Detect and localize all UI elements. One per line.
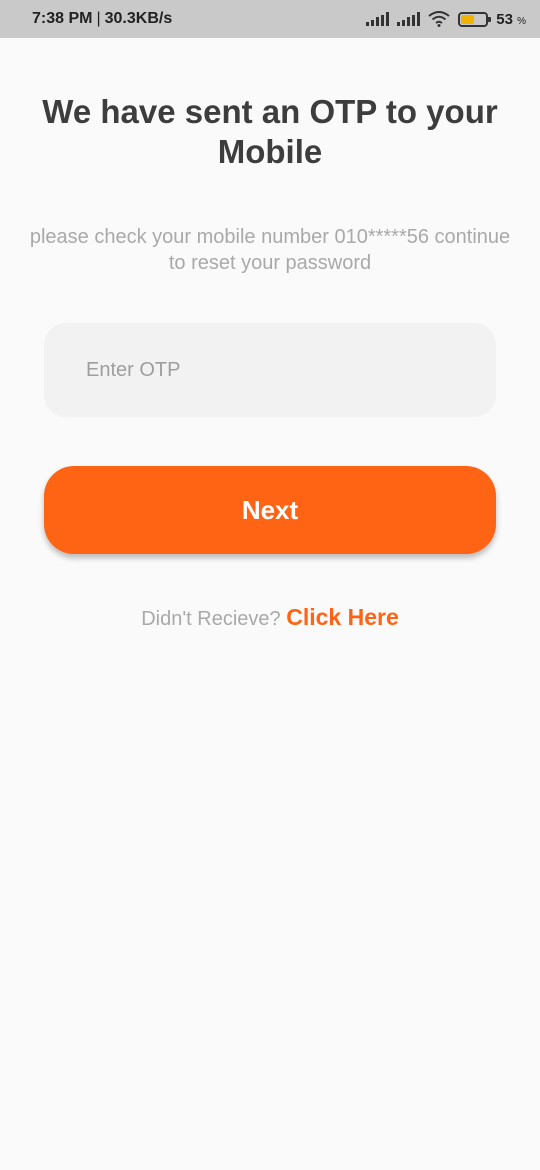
status-separator: |: [96, 10, 101, 27]
battery-percent-unit: %: [517, 15, 526, 27]
status-left: 7:38 PM | 30.3KB/s: [32, 10, 172, 28]
page-subtitle: please check your mobile number 010*****…: [29, 226, 511, 274]
battery-icon: [458, 11, 492, 27]
wifi-icon: [428, 11, 450, 27]
signal-icon: [366, 12, 390, 26]
status-time: 7:38 PM: [32, 10, 93, 27]
next-button[interactable]: Next: [44, 466, 496, 554]
status-bar: 7:38 PM | 30.3KB/s 53 %: [0, 0, 540, 38]
battery-percent-value: 53: [496, 10, 513, 28]
page-title: We have sent an OTP to your Mobile: [42, 93, 498, 170]
resend-text: Didn't Recieve?: [141, 608, 281, 630]
resend-link[interactable]: Click Here: [286, 604, 399, 630]
otp-input[interactable]: [44, 323, 496, 417]
signal-icon: [397, 12, 421, 26]
status-right: 53 %: [366, 11, 526, 28]
network-speed: 30.3KB/s: [104, 10, 173, 27]
battery-percent: 53 %: [496, 11, 526, 28]
resend-row: Didn't Recieve? Click Here: [0, 604, 540, 631]
battery-level: [461, 14, 474, 24]
